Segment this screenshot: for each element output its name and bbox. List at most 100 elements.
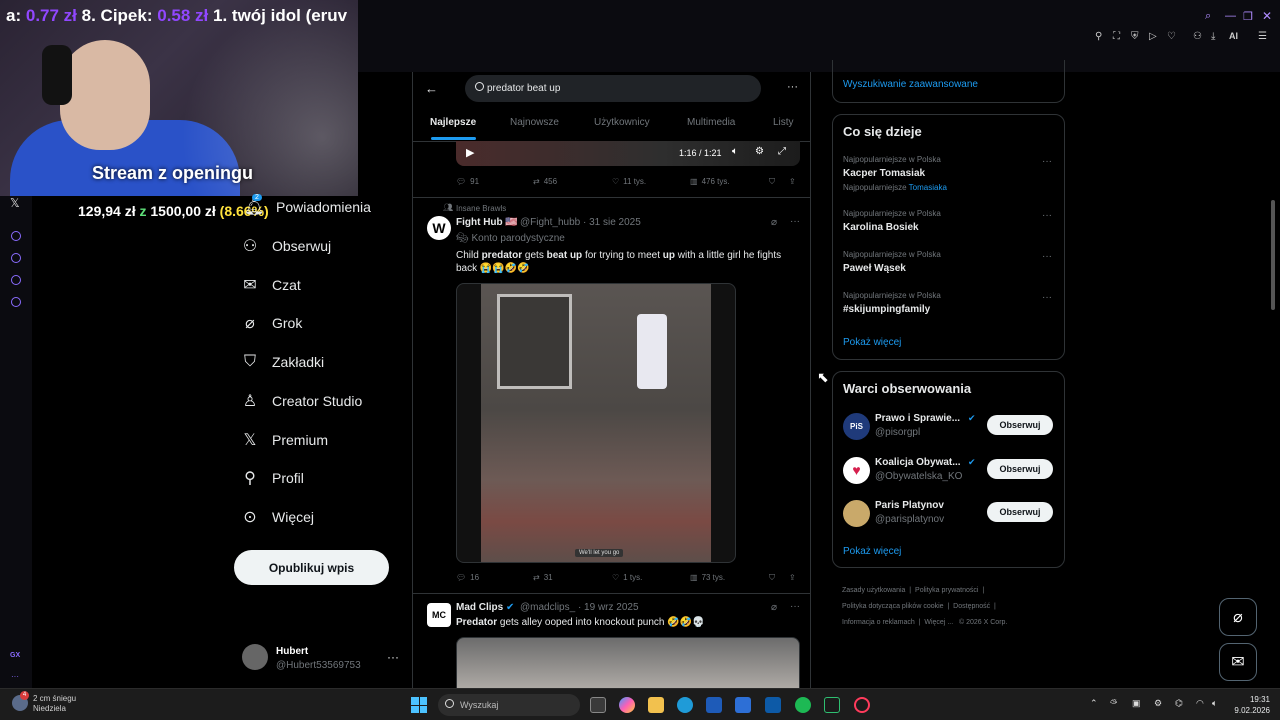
author-handle[interactable]: @madclips_ · 19 wrz 2025	[520, 602, 639, 613]
search-options-icon[interactable]: ···	[787, 81, 798, 93]
nav-item-notifications[interactable]: 🔔︎ 2 Powiadomienia	[244, 192, 371, 222]
system-clock[interactable]: 19:31 9.02.2026	[1228, 694, 1270, 716]
settings-icon[interactable]: ⚙	[755, 146, 764, 157]
author-handle[interactable]: @Fight_hubb · 31 sie 2025	[520, 217, 641, 228]
follow-suggestion[interactable]: ♥ Koalicja Obywat... ✔ @Obywatelska_KO O…	[833, 454, 1066, 490]
show-more-trends[interactable]: Pokaż więcej	[843, 337, 901, 348]
like-button[interactable]: ♡ 11 tys.	[612, 177, 646, 186]
follow-suggestion[interactable]: Paris Platynov @parisplatynov Obserwuj	[833, 497, 1066, 533]
opera-gx-icon[interactable]	[854, 697, 870, 713]
advanced-search-link[interactable]: Wyszukiwanie zaawansowane	[843, 79, 978, 90]
trend-item[interactable]: Najpopularniejsze w Polska #skijumpingfa…	[833, 289, 1066, 323]
copilot-icon[interactable]	[619, 697, 635, 713]
footer-link[interactable]: Informacja o reklamach	[842, 619, 915, 626]
tab-people[interactable]: Użytkownicy	[594, 117, 650, 128]
follow-suggestion[interactable]: PiS Prawo i Sprawie... ✔ @pisorgpl Obser…	[833, 410, 1066, 446]
scrollbar-thumb[interactable]	[1271, 200, 1275, 310]
sidebar-settings-icon[interactable]	[11, 297, 21, 307]
fullscreen-icon[interactable]: ⤢	[778, 146, 786, 157]
outlook-icon[interactable]	[735, 697, 751, 713]
search-icon[interactable]: ⌕	[1205, 10, 1211, 23]
like-button[interactable]: ♡ 1 tys.	[612, 573, 642, 582]
heart-icon[interactable]: ♡	[1167, 31, 1176, 42]
search-input[interactable]: predator beat up	[465, 75, 761, 102]
store-icon[interactable]	[706, 697, 722, 713]
account-switcher[interactable]: Hubert @Hubert53569753 ···	[242, 644, 402, 676]
views-button[interactable]: ▥ 73 tys.	[690, 573, 725, 582]
author-name[interactable]: Mad Clips	[456, 602, 503, 613]
trend-item[interactable]: Najpopularniejsze w Polska Kacper Tomasi…	[833, 151, 1066, 192]
spotify-icon[interactable]	[795, 697, 811, 713]
close-icon[interactable]: ✕	[1262, 9, 1272, 23]
more-icon[interactable]: ···	[1042, 292, 1052, 303]
shield-icon[interactable]: ⛨	[1131, 31, 1139, 42]
avatar[interactable]: W	[427, 216, 451, 240]
bookmark-button[interactable]: ⛉	[769, 177, 775, 187]
tab-latest[interactable]: Najnowsze	[510, 117, 559, 128]
ai-button[interactable]: AI	[1229, 31, 1238, 41]
trend-extra-link[interactable]: Tomasiaka	[909, 183, 947, 192]
nav-item-creator-studio[interactable]: ♙ Creator Studio	[240, 386, 362, 416]
microphone-icon[interactable]: ⌬	[1175, 698, 1183, 709]
footer-link[interactable]: Dostępność	[953, 603, 990, 610]
sidebar-app-icon-1[interactable]	[11, 231, 21, 241]
show-more-follow[interactable]: Pokaż więcej	[843, 546, 901, 557]
crop-icon[interactable]: ⛶	[1113, 31, 1120, 42]
trend-item[interactable]: Najpopularniejsze w Polska Paweł Wąsek ·…	[833, 248, 1066, 282]
minimize-icon[interactable]: —	[1225, 10, 1236, 22]
footer-link[interactable]: Polityka dotycząca plików cookie	[842, 603, 944, 610]
nav-item-grok[interactable]: ⌀ Grok	[240, 308, 302, 338]
retweet-button[interactable]: ⇄ 31	[533, 573, 553, 582]
nav-item-follow[interactable]: ⚇ Obserwuj	[240, 231, 331, 261]
follow-button[interactable]: Obserwuj	[987, 459, 1053, 479]
tray-chevron-icon[interactable]: ⌃	[1090, 698, 1098, 709]
tray-icon-3[interactable]: ⚙	[1154, 698, 1162, 709]
x-app-icon[interactable]: 𝕏	[10, 196, 20, 210]
author-name[interactable]: Fight Hub 🇺🇸	[456, 217, 518, 228]
tab-top[interactable]: Najlepsze	[430, 117, 476, 128]
views-button[interactable]: ▥ 476 tys.	[690, 177, 730, 186]
post-button[interactable]: Opublikuj wpis	[234, 550, 389, 585]
grok-icon[interactable]: ⌀	[771, 602, 777, 613]
sidebar-more-icon[interactable]: ···	[11, 672, 19, 681]
nav-item-premium[interactable]: 𝕏 Premium	[240, 425, 328, 455]
task-view-icon[interactable]	[590, 697, 606, 713]
sidebar-app-icon-2[interactable]	[11, 275, 21, 285]
footer-link[interactable]: Polityka prywatności	[915, 587, 978, 594]
nav-item-bookmarks[interactable]: ⛉ Zakładki	[240, 347, 324, 377]
volume-icon[interactable]: 🔈︎	[1212, 698, 1217, 709]
download-icon[interactable]: ⤓	[1211, 31, 1215, 42]
tab-lists[interactable]: Listy	[773, 117, 794, 128]
pin-icon[interactable]: ⚲	[1095, 31, 1102, 42]
nav-item-more[interactable]: ⊙ Więcej	[240, 502, 314, 532]
reply-button[interactable]: 💬︎ 91	[456, 177, 479, 186]
taskbar-search[interactable]: Wyszukaj	[438, 694, 580, 716]
app-icon[interactable]	[765, 697, 781, 713]
messages-fab-button[interactable]: ✉	[1219, 643, 1257, 681]
volume-icon[interactable]: 🔈︎	[732, 146, 738, 157]
share-button[interactable]: ⇪	[789, 177, 796, 186]
tray-icon-1[interactable]: ⛅︎	[1110, 698, 1117, 709]
back-arrow-icon[interactable]: ←	[425, 81, 438, 96]
grok-fab-button[interactable]: ⌀	[1219, 598, 1257, 636]
footer-link[interactable]: Zasady użytkowania	[842, 587, 905, 594]
nav-item-profile[interactable]: ⚲ Profil	[240, 463, 304, 493]
bookmark-button[interactable]: ⛉	[769, 573, 775, 583]
tweet-video[interactable]: We'll let you go	[456, 283, 736, 563]
more-icon[interactable]: ···	[1042, 156, 1052, 167]
follow-button[interactable]: Obserwuj	[987, 502, 1053, 522]
more-icon[interactable]: ···	[790, 216, 800, 227]
trend-item[interactable]: Najpopularniejsze w Polska Karolina Bosi…	[833, 207, 1066, 241]
more-icon[interactable]: ···	[387, 650, 399, 664]
more-icon[interactable]: ···	[1042, 210, 1052, 221]
video-player[interactable]: ▶ 1:16 / 1:21 🔈︎ ⚙ ⤢	[456, 141, 800, 166]
file-explorer-icon[interactable]	[648, 697, 664, 713]
avatar[interactable]: MC	[427, 603, 451, 627]
play-icon[interactable]: ▶	[466, 146, 474, 159]
grok-icon[interactable]: ⌀	[771, 217, 777, 228]
tweet-video[interactable]	[456, 637, 800, 688]
maximize-icon[interactable]: ❐	[1243, 10, 1253, 23]
wifi-icon[interactable]: ◠	[1196, 698, 1204, 709]
reply-button[interactable]: 💬︎ 16	[456, 573, 479, 582]
follow-button[interactable]: Obserwuj	[987, 415, 1053, 435]
